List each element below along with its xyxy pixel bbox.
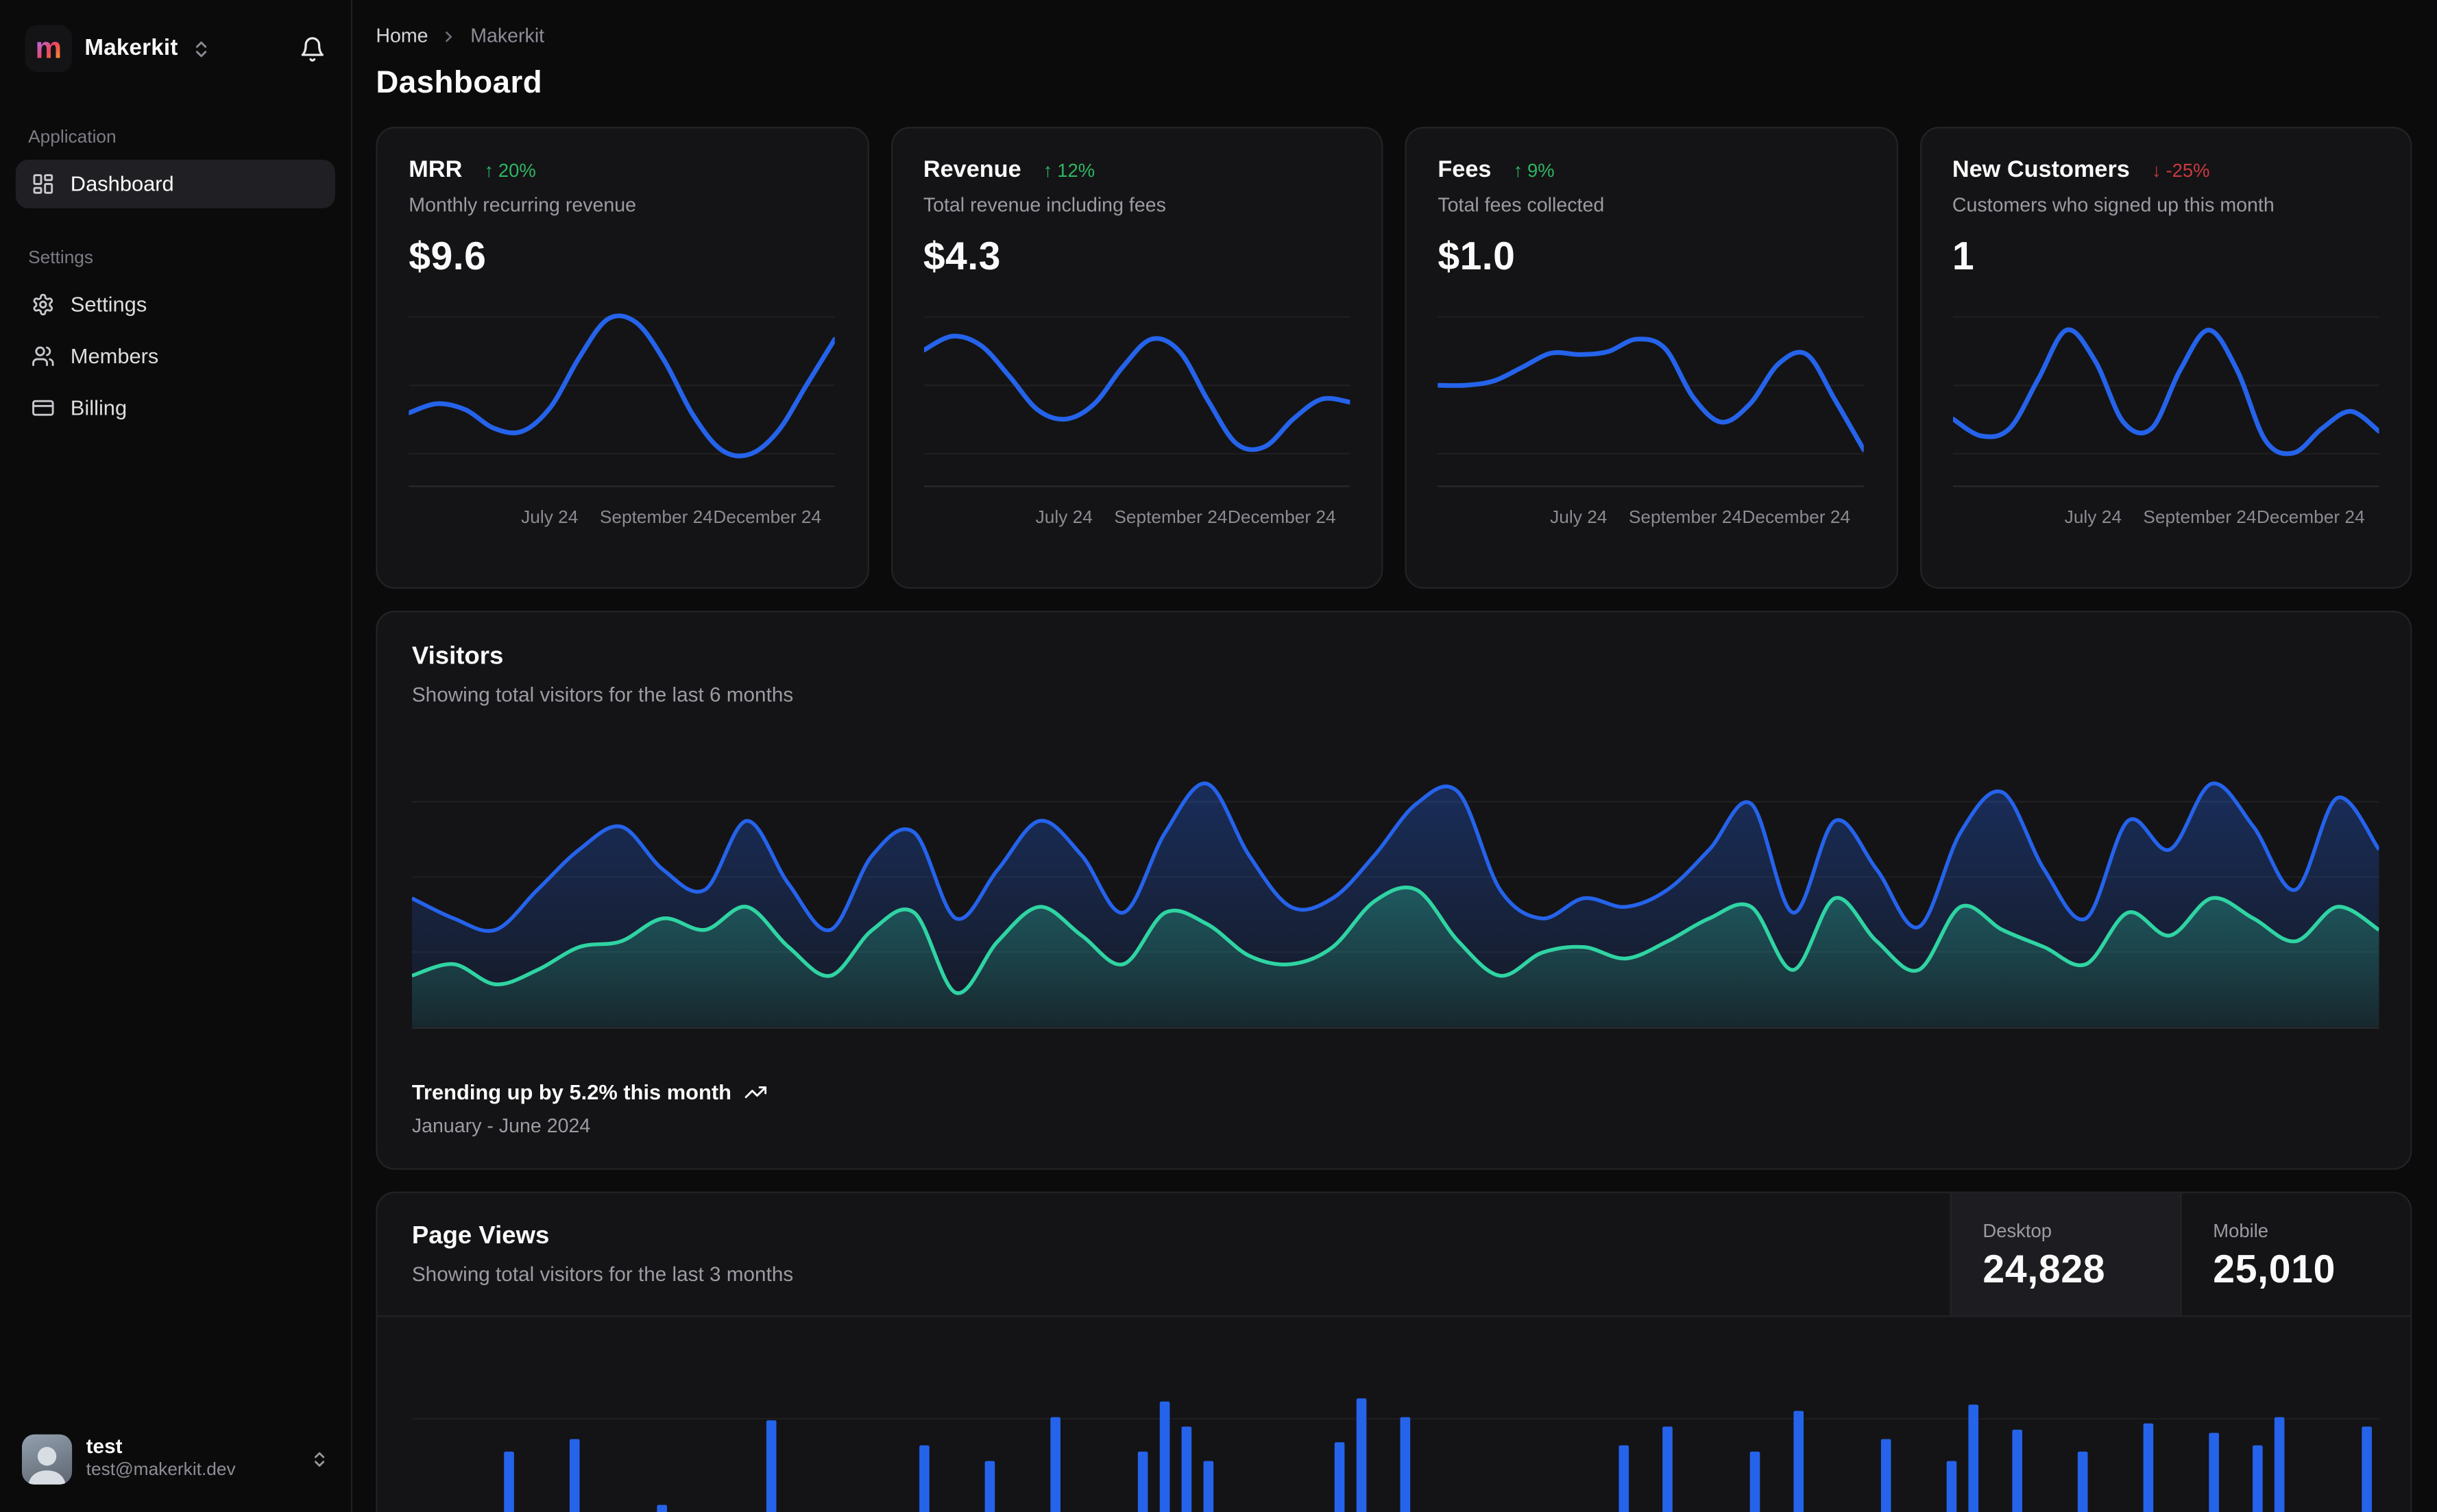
page-views-bar-chart bbox=[411, 1352, 2379, 1512]
user-name: test bbox=[86, 1435, 123, 1459]
team-name: Makerkit bbox=[84, 36, 178, 62]
visitors-card: Visitors Showing total visitors for the … bbox=[376, 611, 2412, 1170]
chevrons-up-down-icon bbox=[191, 38, 211, 59]
sparkline-chart: July 24 September 24 December 24 bbox=[921, 302, 1352, 565]
sidebar: m Makerkit Application Dashboard Setting… bbox=[0, 0, 353, 1512]
sparkline-chart: July 24 September 24 December 24 bbox=[406, 302, 838, 565]
user-meta: test test@makerkit.dev bbox=[86, 1435, 236, 1483]
visitors-trend-text: Trending up by 5.2% this month bbox=[411, 1080, 731, 1104]
stat-card-revenue: Revenue ↑ 12% Total revenue including fee… bbox=[890, 127, 1383, 589]
sidebar-item-label: Billing bbox=[70, 396, 128, 420]
visitors-title: Visitors bbox=[411, 644, 504, 670]
users-icon bbox=[32, 345, 55, 368]
stat-value: $1.0 bbox=[1438, 234, 1516, 279]
page-views-title-block: Page Views Showing total visitors for th… bbox=[378, 1193, 1950, 1315]
stat-value: $4.3 bbox=[923, 234, 1001, 279]
stat-subtitle: Total revenue including fees bbox=[923, 194, 1166, 217]
stat-cards-row: MRR ↑ 20% Monthly recurring revenue $9.6 … bbox=[376, 127, 2412, 589]
app-root: m Makerkit Application Dashboard Setting… bbox=[0, 0, 2437, 1512]
page-views-card: Page Views Showing total visitors for th… bbox=[376, 1191, 2412, 1512]
breadcrumb: Home Makerkit bbox=[376, 25, 2412, 47]
avatar bbox=[21, 1433, 73, 1484]
chevron-right-icon bbox=[441, 27, 458, 45]
page-title: Dashboard bbox=[376, 65, 543, 101]
stat-title: MRR bbox=[409, 156, 463, 184]
team-switcher[interactable]: m Makerkit bbox=[16, 19, 335, 78]
section-label-application: Application bbox=[28, 128, 117, 147]
sidebar-item-members[interactable]: Members bbox=[16, 332, 335, 380]
user-menu[interactable]: test test@makerkit.dev bbox=[16, 1427, 335, 1489]
sidebar-item-label: Members bbox=[70, 344, 159, 368]
stat-card-new-customers: New Customers ↓ -25% Customers who signed… bbox=[1919, 127, 2412, 589]
x-axis-labels: July 24 September 24 December 24 bbox=[1550, 509, 1851, 528]
sparkline-svg bbox=[1950, 316, 2381, 487]
arrow-down-icon: ↓ bbox=[2151, 158, 2161, 181]
sparkline-svg bbox=[406, 313, 838, 487]
stat-card-fees: Fees ↑ 9% Total fees collected $1.0 July … bbox=[1405, 127, 1898, 589]
sidebar-item-billing[interactable]: Billing bbox=[16, 384, 335, 432]
toggle-desktop-value: 24,828 bbox=[1983, 1247, 2106, 1292]
main-content: Home Makerkit Dashboard MRR ↑ 20% Monthly… bbox=[352, 0, 2437, 1512]
sparkline-svg bbox=[1435, 316, 1867, 487]
stat-card-mrr: MRR ↑ 20% Monthly recurring revenue $9.6 … bbox=[376, 127, 869, 589]
section-label-settings: Settings bbox=[28, 249, 94, 268]
sidebar-item-label: Dashboard bbox=[70, 172, 174, 196]
layout-dashboard-icon bbox=[32, 172, 55, 195]
sparkline-chart: July 24 September 24 December 24 bbox=[1950, 302, 2381, 565]
user-email: test@makerkit.dev bbox=[86, 1461, 236, 1481]
visitors-subtitle: Showing total visitors for the last 6 mo… bbox=[411, 683, 794, 707]
arrow-up-icon: ↑ bbox=[484, 158, 494, 181]
sidebar-item-label: Settings bbox=[70, 293, 147, 317]
sparkline-chart: July 24 September 24 December 24 bbox=[1435, 302, 1867, 565]
page-views-title: Page Views bbox=[411, 1223, 550, 1250]
toggle-mobile-value: 25,010 bbox=[2213, 1247, 2336, 1292]
visitors-svg bbox=[411, 781, 2381, 1029]
toggle-mobile-label: Mobile bbox=[2213, 1219, 2269, 1242]
toggle-desktop[interactable]: Desktop 24,828 bbox=[1950, 1193, 2181, 1316]
sparkline-svg bbox=[921, 316, 1352, 487]
x-axis-labels: July 24 September 24 December 24 bbox=[1035, 509, 1336, 528]
page-views-header: Page Views Showing total visitors for th… bbox=[377, 1193, 2411, 1317]
makerkit-logo: m bbox=[25, 25, 73, 73]
visitors-area-chart bbox=[411, 728, 2381, 1042]
toggle-desktop-label: Desktop bbox=[1983, 1219, 2052, 1242]
chevrons-up-down-icon bbox=[310, 1449, 328, 1467]
trend-badge: ↓ -25% bbox=[2151, 158, 2210, 181]
gear-icon bbox=[32, 293, 55, 316]
arrow-up-icon: ↑ bbox=[1043, 158, 1053, 181]
visitors-date-range: January - June 2024 bbox=[411, 1114, 591, 1137]
breadcrumb-current: Makerkit bbox=[470, 25, 545, 47]
stat-title: Fees bbox=[1438, 156, 1492, 184]
trending-up-icon bbox=[744, 1080, 767, 1103]
stat-title: New Customers bbox=[1952, 156, 2130, 184]
stat-subtitle: Total fees collected bbox=[1438, 194, 1605, 217]
x-axis-labels: July 24 September 24 December 24 bbox=[2064, 509, 2365, 528]
x-axis-labels: July 24 September 24 December 24 bbox=[521, 509, 822, 528]
trend-badge: ↑ 12% bbox=[1043, 158, 1095, 181]
stat-subtitle: Customers who signed up this month bbox=[1952, 194, 2275, 217]
trend-badge: ↑ 20% bbox=[484, 158, 536, 181]
breadcrumb-home[interactable]: Home bbox=[376, 25, 428, 47]
sidebar-item-dashboard[interactable]: Dashboard bbox=[15, 160, 335, 208]
arrow-up-icon: ↑ bbox=[1513, 158, 1523, 181]
stat-subtitle: Monthly recurring revenue bbox=[409, 194, 637, 217]
page-views-svg bbox=[411, 1398, 2379, 1512]
trend-badge: ↑ 9% bbox=[1513, 158, 1555, 181]
visitors-footer: Trending up by 5.2% this month January -… bbox=[411, 1080, 2376, 1137]
stat-value: 1 bbox=[1952, 234, 1975, 279]
credit-card-icon bbox=[32, 396, 55, 419]
toggle-mobile[interactable]: Mobile 25,010 bbox=[2180, 1193, 2410, 1316]
page-views-subtitle: Showing total visitors for the last 3 mo… bbox=[411, 1262, 794, 1286]
sidebar-item-settings[interactable]: Settings bbox=[16, 280, 335, 329]
bell-icon[interactable] bbox=[299, 35, 326, 62]
stat-value: $9.6 bbox=[409, 234, 487, 279]
stat-title: Revenue bbox=[923, 156, 1021, 184]
